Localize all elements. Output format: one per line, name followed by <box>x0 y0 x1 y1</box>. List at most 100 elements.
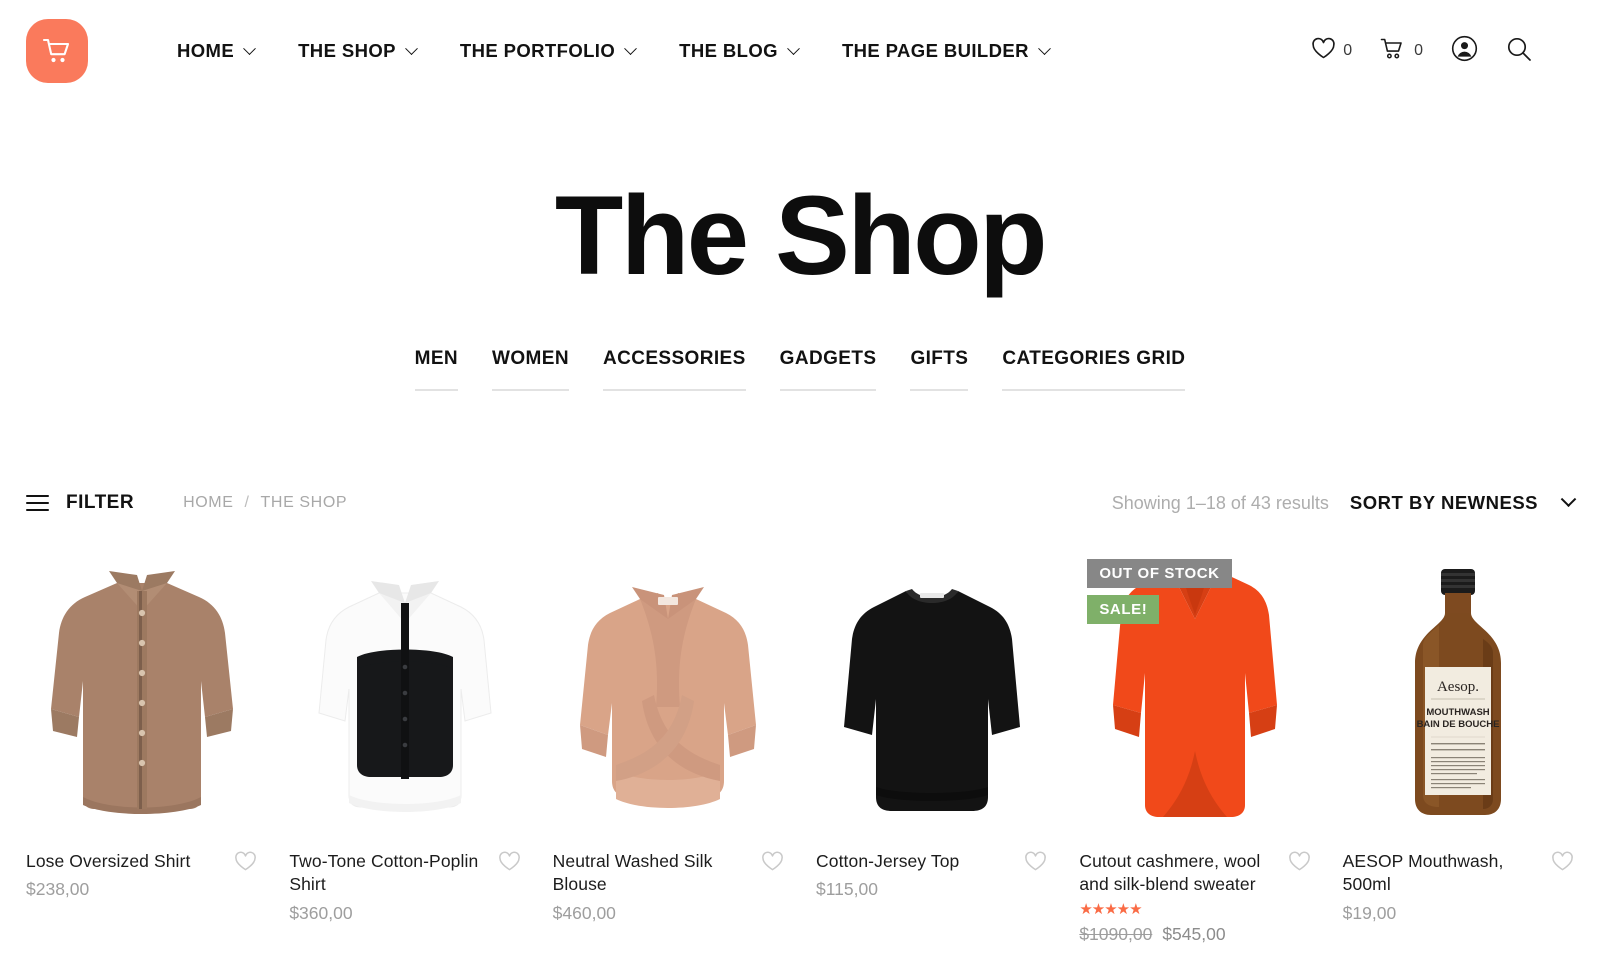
nav-item-the-shop[interactable]: THE SHOP <box>276 40 438 62</box>
wishlist-heart-icon[interactable] <box>1288 851 1311 877</box>
wishlist-heart-icon[interactable] <box>234 851 257 877</box>
product-meta: Neutral Washed Silk Blouse $460,00 <box>553 850 784 924</box>
product-name[interactable]: AESOP Mouthwash, 500ml <box>1343 850 1543 897</box>
filter-label: FILTER <box>66 492 135 513</box>
breadcrumb-home[interactable]: HOME <box>183 494 233 512</box>
wishlist-heart-icon[interactable] <box>1024 851 1047 877</box>
category-label: GIFTS <box>910 348 969 369</box>
category-label: GADGETS <box>779 348 877 369</box>
filter-button[interactable]: FILTER <box>26 492 134 514</box>
product-price: $19,00 <box>1342 902 1397 923</box>
product-card: Cotton-Jersey Top $115,00 <box>800 551 1063 945</box>
chevron-down-icon <box>405 41 418 55</box>
header-actions: 0 0 <box>1297 35 1574 67</box>
main-navigation: HOME THE SHOP THE PORTFOLIO THE BLOG THE… <box>155 40 1071 62</box>
product-prices: $460,00 <box>553 903 753 924</box>
wishlist-heart-icon[interactable] <box>1551 851 1574 877</box>
category-label: ACCESSORIES <box>602 348 746 369</box>
product-price-sale: $545,00 <box>1162 924 1226 945</box>
product-card: Neutral Washed Silk Blouse $460,00 <box>537 551 800 945</box>
category-label: CATEGORIES GRID <box>1002 348 1186 369</box>
chevron-down-icon <box>624 41 638 55</box>
product-name[interactable]: Neutral Washed Silk Blouse <box>553 850 753 897</box>
nav-item-the-blog[interactable]: THE BLOG <box>657 40 820 62</box>
wishlist-heart-icon[interactable] <box>761 851 784 877</box>
svg-text:MOUTHWASH: MOUTHWASH <box>1427 707 1490 718</box>
site-logo[interactable] <box>26 19 88 83</box>
nav-item-home[interactable]: HOME <box>155 40 276 62</box>
product-grid: Lose Oversized Shirt $238,00 Two-Tone Co… <box>0 551 1600 945</box>
wishlist-count: 0 <box>1343 42 1353 59</box>
nav-item-the-portfolio[interactable]: THE PORTFOLIO <box>438 40 657 62</box>
product-price: $360,00 <box>289 902 353 923</box>
results-count: Showing 1–18 of 43 results <box>1111 492 1329 513</box>
category-tab-gifts[interactable]: GIFTS <box>910 348 969 391</box>
product-image-blush-wrap-blouse[interactable] <box>553 551 784 823</box>
hero-section: The Shop MEN WOMEN ACCESSORIES GADGETS G… <box>0 102 1600 391</box>
product-card: Two-Tone Cotton-Poplin Shirt $360,00 <box>273 551 536 945</box>
product-prices: $360,00 <box>289 903 489 924</box>
category-label: WOMEN <box>492 348 569 369</box>
product-badges: OUT OF STOCK SALE! <box>1087 559 1232 624</box>
category-tab-men[interactable]: MEN <box>414 348 459 391</box>
product-image-two-tone-white-black-shirt[interactable] <box>289 551 520 823</box>
chevron-down-icon <box>243 41 256 55</box>
toolbar-right: Showing 1–18 of 43 results SORT BY NEWNE… <box>1111 490 1577 514</box>
status-badge-out-of-stock: OUT OF STOCK <box>1087 559 1232 588</box>
breadcrumb: HOME / THE SHOP <box>183 494 347 512</box>
category-label: MEN <box>414 348 459 369</box>
product-price: $238,00 <box>26 879 90 900</box>
product-card: OUT OF STOCK SALE! Cutout cashmere, wool… <box>1063 551 1326 945</box>
site-header: HOME THE SHOP THE PORTFOLIO THE BLOG THE… <box>0 0 1600 102</box>
product-card: Lose Oversized Shirt $238,00 <box>10 551 273 945</box>
product-name[interactable]: Lose Oversized Shirt <box>26 850 226 873</box>
search-icon <box>1506 36 1532 67</box>
search-button[interactable] <box>1492 36 1546 67</box>
product-price: $115,00 <box>816 879 878 900</box>
breadcrumb-separator: / <box>244 494 250 511</box>
category-tab-women[interactable]: WOMEN <box>492 348 569 391</box>
product-image-black-long-sleeve-top[interactable] <box>816 551 1047 823</box>
account-button[interactable] <box>1437 35 1492 67</box>
product-meta: Two-Tone Cotton-Poplin Shirt $360,00 <box>289 850 520 924</box>
nav-label: THE PORTFOLIO <box>459 40 616 61</box>
heart-icon <box>1311 37 1336 65</box>
product-prices: $19,00 <box>1343 903 1543 924</box>
shop-toolbar: FILTER HOME / THE SHOP Showing 1–18 of 4… <box>0 479 1600 527</box>
product-image-camel-button-up-shirt[interactable] <box>26 551 257 823</box>
product-name[interactable]: Two-Tone Cotton-Poplin Shirt <box>289 850 489 897</box>
category-tabs: MEN WOMEN ACCESSORIES GADGETS GIFTS CATE… <box>0 348 1600 391</box>
nav-label: HOME <box>177 40 235 61</box>
product-image-orange-v-neck-sweater[interactable]: OUT OF STOCK SALE! <box>1079 551 1310 823</box>
sort-label: SORT BY NEWNESS <box>1349 492 1538 513</box>
chevron-down-icon <box>787 41 800 55</box>
product-price: $460,00 <box>552 902 616 923</box>
product-name[interactable]: Cotton-Jersey Top <box>816 850 1016 873</box>
wishlist-button[interactable]: 0 <box>1297 37 1366 65</box>
product-meta: Cutout cashmere, wool and silk-blend swe… <box>1079 850 1310 945</box>
category-tab-accessories[interactable]: ACCESSORIES <box>602 348 746 391</box>
product-meta: Cotton-Jersey Top $115,00 <box>816 850 1047 900</box>
hamburger-icon <box>26 495 49 511</box>
product-meta: AESOP Mouthwash, 500ml $19,00 <box>1343 850 1574 924</box>
cart-button[interactable]: 0 <box>1366 37 1437 66</box>
shopping-cart-icon <box>42 37 72 65</box>
shopping-cart-icon <box>1380 37 1407 66</box>
wishlist-heart-icon[interactable] <box>498 851 521 877</box>
breadcrumb-current: THE SHOP <box>260 494 348 511</box>
sort-dropdown[interactable]: SORT BY NEWNESS <box>1349 490 1577 514</box>
product-meta: Lose Oversized Shirt $238,00 <box>26 850 257 900</box>
product-prices: $238,00 <box>26 879 226 900</box>
category-tab-categories-grid[interactable]: CATEGORIES GRID <box>1002 348 1186 391</box>
nav-item-the-page-builder[interactable]: THE PAGE BUILDER <box>820 40 1071 62</box>
product-prices: $1090,00 $545,00 <box>1079 924 1279 945</box>
product-prices: $115,00 <box>816 879 1016 900</box>
product-name[interactable]: Cutout cashmere, wool and silk-blend swe… <box>1079 850 1279 897</box>
svg-text:Aesop.: Aesop. <box>1437 679 1479 695</box>
nav-label: THE BLOG <box>679 40 778 61</box>
product-image-aesop-amber-bottle[interactable]: Aesop. MOUTHWASH BAIN DE BOUCHE <box>1343 551 1574 823</box>
nav-label: THE PAGE BUILDER <box>841 40 1029 61</box>
chevron-down-icon <box>1038 41 1051 55</box>
category-tab-gadgets[interactable]: GADGETS <box>779 348 877 391</box>
product-price-original: $1090,00 <box>1079 924 1153 945</box>
